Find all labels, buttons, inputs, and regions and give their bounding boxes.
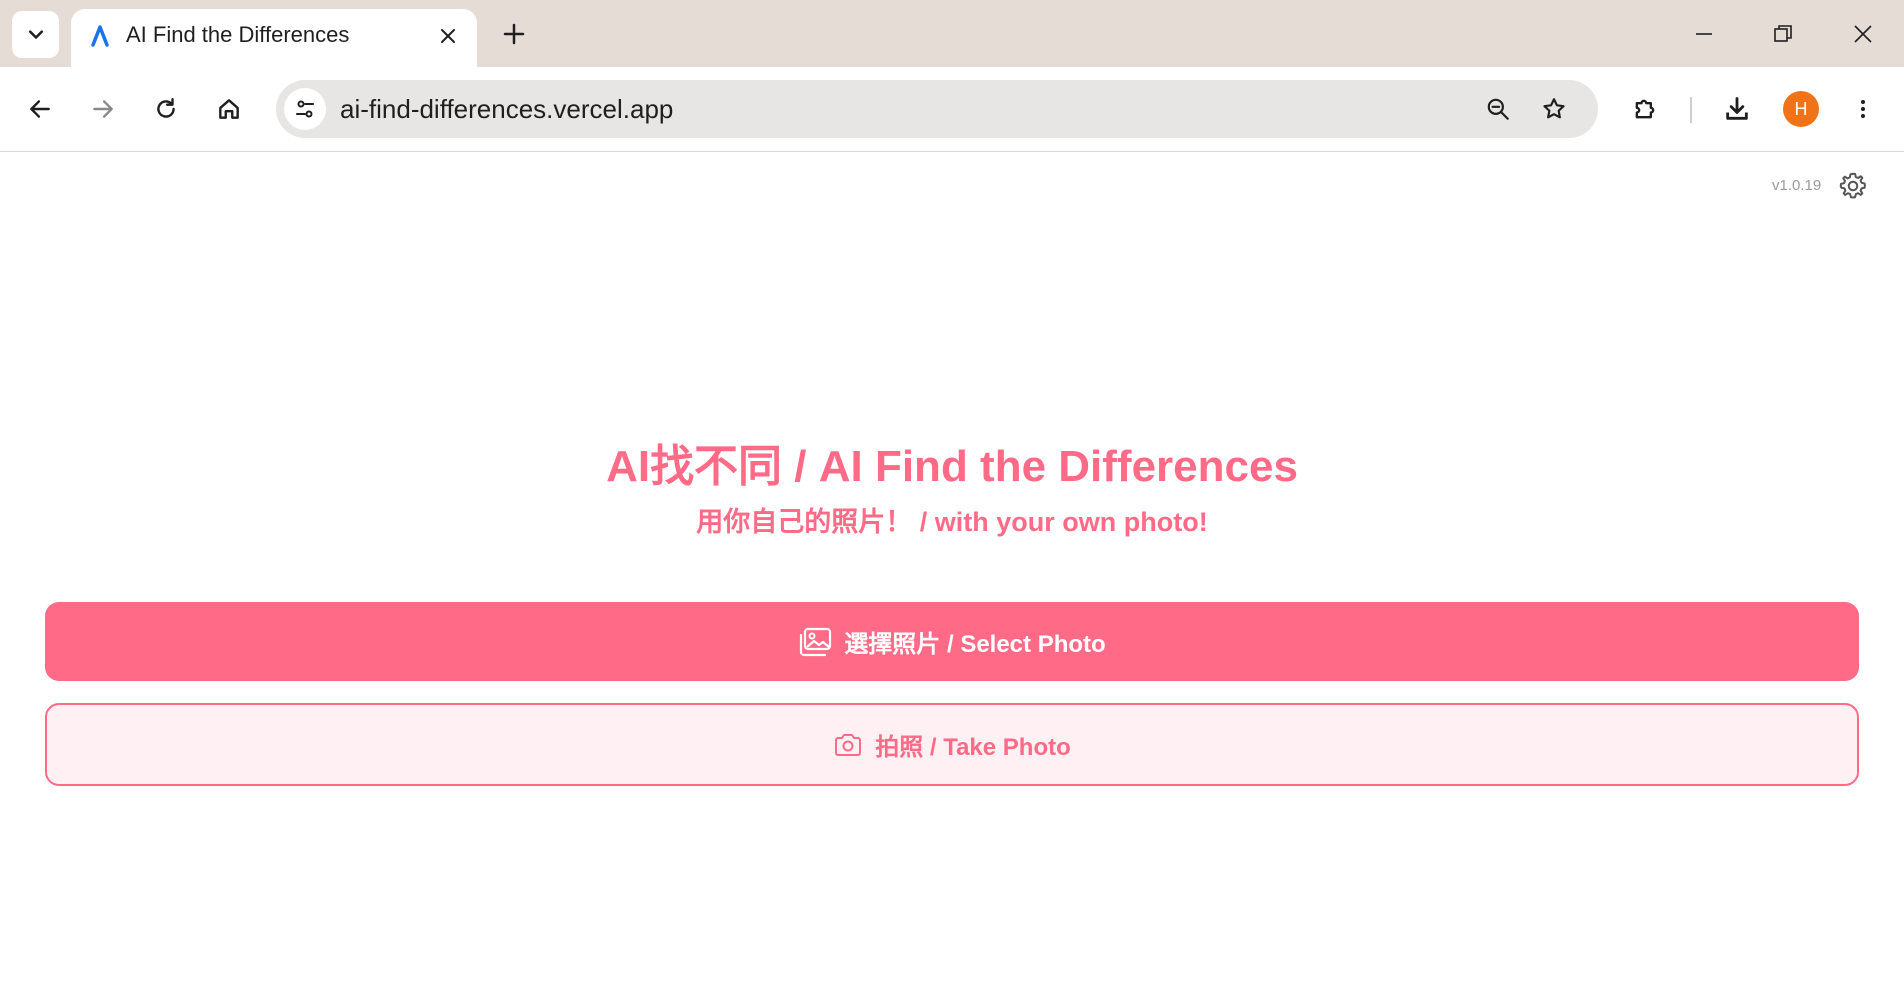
bookmark-button[interactable]	[1535, 90, 1573, 128]
site-info-button[interactable]	[284, 88, 326, 130]
chevron-down-icon	[28, 29, 43, 39]
address-bar[interactable]: ai-find-differences.vercel.app	[276, 80, 1598, 138]
app-version: v1.0.19	[1772, 177, 1822, 194]
page-subtitle: 用你自己的照片！ / with your own photo!	[696, 507, 1208, 537]
more-vert-icon	[1861, 100, 1865, 118]
gear-icon	[1839, 172, 1866, 199]
zoom-out-icon	[1487, 98, 1509, 120]
tab-title: AI Find the Differences	[126, 22, 350, 47]
restore-icon	[1774, 25, 1792, 42]
puzzle-icon	[1635, 99, 1655, 119]
settings-button[interactable]	[1834, 167, 1872, 205]
select-photo-label: 選擇照片 / Select Photo	[844, 631, 1106, 658]
extensions-button[interactable]	[1621, 85, 1669, 133]
download-icon	[1726, 97, 1748, 120]
tab-search-button[interactable]	[12, 11, 59, 58]
url-text[interactable]: ai-find-differences.vercel.app	[340, 94, 673, 125]
close-window-button[interactable]	[1838, 12, 1888, 56]
browser-toolbar: ai-find-differences.vercel.app H	[0, 67, 1904, 152]
zoom-button[interactable]	[1479, 90, 1517, 128]
page-title: AI找不同 / AI Find the Differences	[606, 442, 1298, 491]
minimize-button[interactable]	[1679, 12, 1729, 56]
tab-strip: AI Find the Differences	[0, 0, 1904, 67]
star-icon	[1543, 98, 1565, 119]
restore-button[interactable]	[1758, 12, 1808, 56]
arrow-left-icon	[30, 100, 50, 118]
close-icon	[1854, 25, 1872, 43]
home-icon	[219, 99, 239, 119]
back-button[interactable]	[16, 85, 64, 133]
camera-icon	[833, 732, 863, 758]
minimize-icon	[1696, 33, 1712, 35]
reload-icon	[157, 98, 175, 118]
forward-button[interactable]	[79, 85, 127, 133]
profile-avatar[interactable]: H	[1783, 91, 1819, 127]
close-icon	[441, 29, 455, 43]
app-logo-icon	[91, 25, 109, 47]
arrow-right-icon	[93, 100, 113, 118]
select-photo-button[interactable]: 選擇照片 / Select Photo	[45, 602, 1859, 681]
take-photo-button[interactable]: 拍照 / Take Photo	[45, 703, 1859, 786]
new-tab-button[interactable]	[497, 17, 531, 51]
home-button[interactable]	[205, 85, 253, 133]
toolbar-divider	[1690, 97, 1692, 123]
tune-icon	[296, 100, 314, 118]
close-tab-button[interactable]	[433, 21, 463, 51]
downloads-button[interactable]	[1713, 85, 1761, 133]
plus-icon	[503, 23, 525, 45]
reload-button[interactable]	[142, 85, 190, 133]
browser-menu-button[interactable]	[1839, 85, 1887, 133]
take-photo-label: 拍照 / Take Photo	[875, 734, 1071, 761]
active-tab[interactable]: AI Find the Differences	[71, 9, 477, 67]
image-icon	[798, 627, 832, 657]
